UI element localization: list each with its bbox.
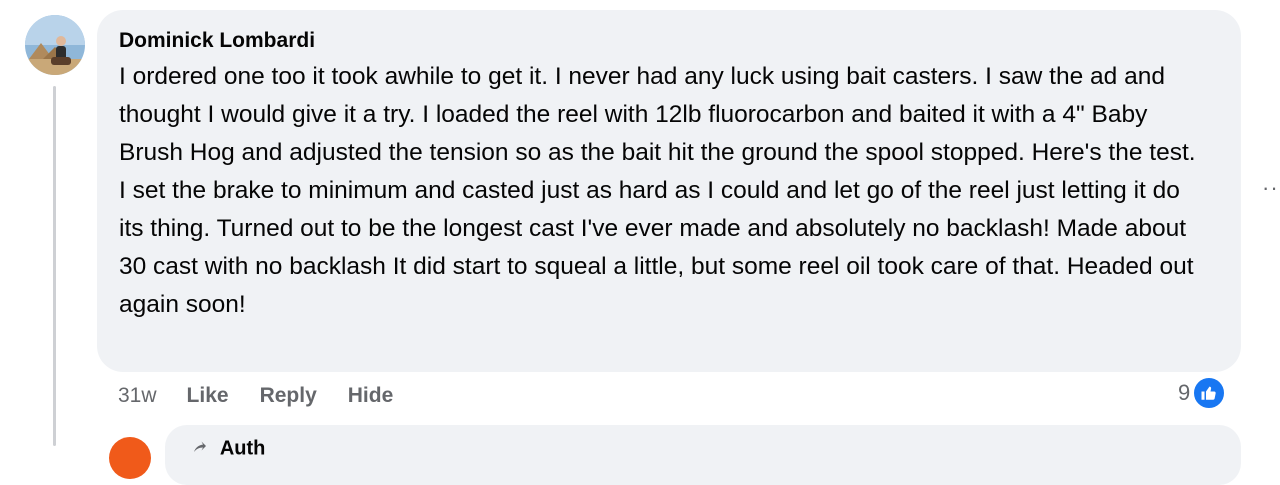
reply-button[interactable]: Reply (260, 384, 317, 408)
comment-timestamp[interactable]: 31w (118, 384, 157, 408)
author-badge-icon (191, 437, 209, 461)
like-button[interactable]: Like (187, 384, 229, 408)
comment-actions: 31w Like Reply Hide (118, 382, 424, 410)
thumbs-up-icon (1192, 376, 1227, 410)
comment-text: I ordered one too it took awhile to get … (119, 63, 1196, 318)
more-options-button[interactable]: ·· (1262, 175, 1279, 200)
more-dots-icon: ·· (1262, 175, 1279, 200)
reply-avatar[interactable] (109, 437, 151, 479)
reaction-count: 9 (1178, 380, 1191, 405)
avatar-photo (25, 15, 85, 75)
thread-line (53, 86, 56, 446)
comment-author[interactable]: Dominick Lombardi (119, 28, 1201, 54)
hide-button[interactable]: Hide (348, 384, 394, 408)
reply-bubble: Auth (165, 425, 1241, 485)
comment-bubble: Dominick Lombardi I ordered one too it t… (97, 10, 1241, 372)
reply-author-partial: Auth (219, 437, 266, 460)
avatar[interactable] (25, 15, 85, 75)
reactions-summary[interactable]: 9 (1178, 376, 1227, 410)
